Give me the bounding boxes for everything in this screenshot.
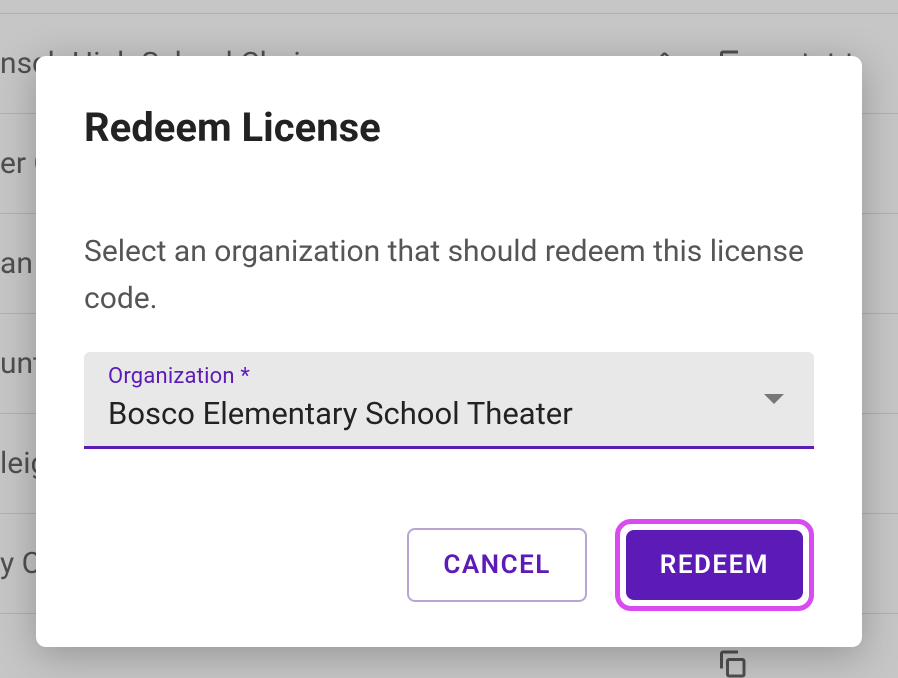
redeem-license-dialog: Redeem License Select an organization th…	[36, 56, 862, 647]
cancel-button[interactable]: CANCEL	[407, 528, 586, 602]
organization-select-label: Organization *	[108, 364, 790, 389]
chevron-down-icon	[764, 394, 784, 404]
dialog-title: Redeem License	[84, 104, 814, 151]
organization-select-value: Bosco Elementary School Theater	[108, 395, 790, 432]
dialog-description: Select an organization that should redee…	[84, 229, 814, 322]
redeem-button[interactable]: REDEEM	[626, 530, 803, 600]
dialog-actions: CANCEL REDEEM	[84, 519, 814, 611]
redeem-button-highlight: REDEEM	[615, 519, 814, 611]
organization-select[interactable]: Organization * Bosco Elementary School T…	[84, 352, 814, 449]
